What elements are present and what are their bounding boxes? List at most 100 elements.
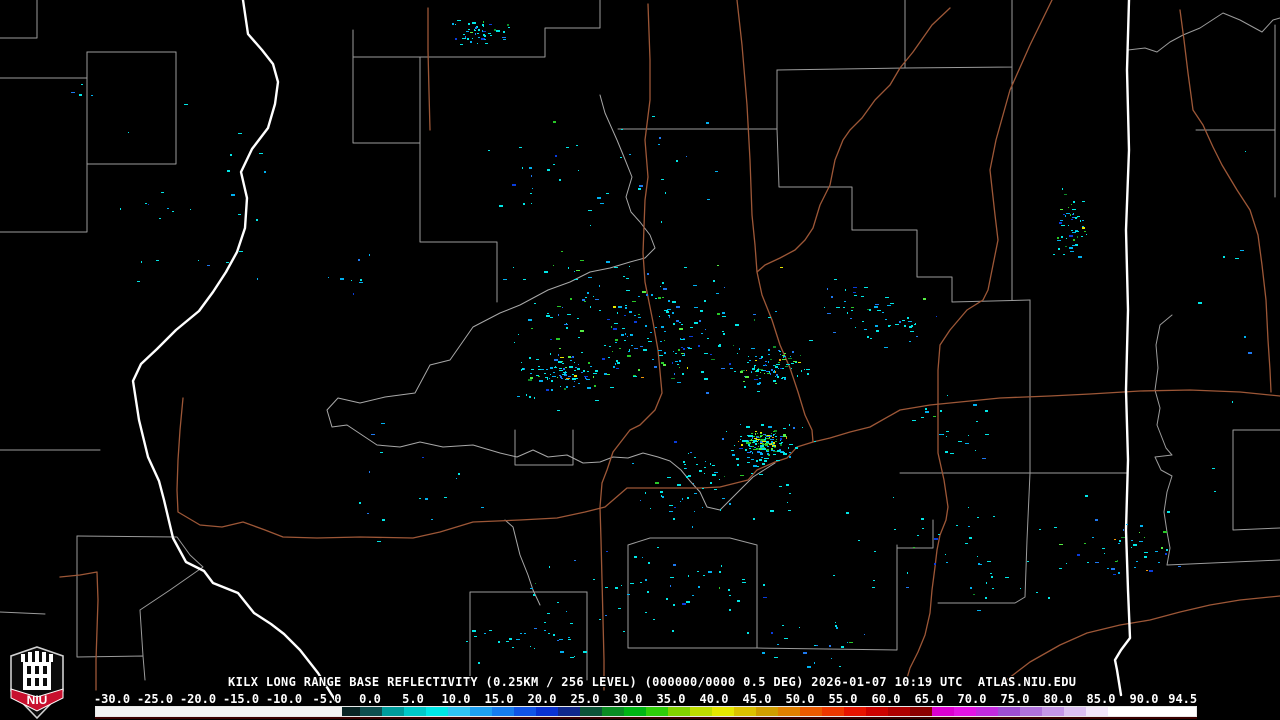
- radar-echo: [771, 369, 773, 371]
- radar-echo: [947, 395, 948, 396]
- radar-echo: [921, 518, 924, 520]
- radar-echo: [466, 641, 468, 642]
- radar-echo: [463, 34, 465, 35]
- radar-echo: [933, 416, 936, 417]
- radar-echo: [710, 463, 711, 465]
- radar-echo: [824, 307, 825, 308]
- radar-echo: [780, 444, 782, 446]
- radar-echo: [528, 319, 532, 321]
- radar-echo: [1072, 209, 1076, 210]
- colorbar-segment: [404, 707, 426, 716]
- radar-echo: [599, 310, 601, 311]
- colorbar-tick-label: 35.0: [656, 692, 686, 706]
- radar-echo: [719, 571, 721, 573]
- radar-echo: [753, 518, 755, 520]
- radar-echo: [882, 312, 884, 313]
- radar-echo: [425, 498, 428, 500]
- radar-echo: [503, 39, 506, 40]
- radar-echo: [978, 564, 982, 565]
- colorbar-segment: [866, 707, 888, 716]
- radar-echo: [748, 356, 749, 357]
- radar-echo: [910, 331, 914, 332]
- radar-echo: [946, 436, 947, 437]
- radar-echo: [658, 297, 661, 299]
- radar-echo: [782, 377, 786, 378]
- radar-echo: [751, 459, 754, 460]
- radar-echo: [756, 448, 758, 449]
- colorbar-segment: [844, 707, 866, 716]
- radar-echo: [652, 359, 654, 360]
- radar-echo: [747, 462, 750, 463]
- radar-echo: [913, 547, 915, 548]
- radar-echo: [779, 359, 781, 361]
- radar-echo: [585, 377, 586, 379]
- radar-echo: [802, 427, 803, 428]
- radar-echo: [722, 316, 726, 317]
- radar-echo: [226, 262, 229, 263]
- radar-echo: [1235, 258, 1239, 259]
- radar-echo: [650, 332, 652, 333]
- radar-echo: [683, 461, 685, 463]
- state-border-line: [1113, 0, 1132, 697]
- radar-echo: [875, 304, 879, 305]
- colorbar-segment: [624, 707, 646, 716]
- radar-echo: [1245, 151, 1246, 152]
- radar-echo: [1163, 531, 1167, 533]
- radar-echo: [846, 512, 849, 514]
- radar-echo: [660, 491, 663, 493]
- radar-echo: [625, 307, 627, 309]
- radar-echo: [503, 279, 507, 280]
- radar-echo: [675, 353, 677, 354]
- radar-echo: [531, 369, 534, 370]
- radar-echo: [465, 36, 466, 38]
- radar-echo: [1068, 207, 1069, 208]
- radar-echo: [1082, 220, 1084, 221]
- colorbar-segment: [492, 707, 514, 716]
- reflectivity-colorbar: [95, 706, 1197, 717]
- radar-echo: [353, 293, 354, 295]
- radar-echo: [757, 391, 760, 392]
- radar-echo: [562, 374, 565, 375]
- radar-echo: [874, 551, 876, 552]
- radar-echo: [642, 557, 643, 558]
- radar-echo: [726, 431, 727, 432]
- radar-echo: [934, 538, 938, 540]
- radar-echo: [664, 340, 665, 341]
- county-line: [1127, 12, 1280, 53]
- radar-echo: [521, 362, 522, 363]
- radar-echo: [481, 507, 484, 508]
- radar-echo: [520, 633, 522, 634]
- radar-echo: [751, 439, 752, 440]
- colorbar-tick-label: 85.0: [1086, 692, 1116, 706]
- radar-echo: [671, 378, 675, 379]
- radar-echo: [973, 404, 977, 406]
- radar-echo: [482, 30, 483, 32]
- radar-echo: [574, 656, 575, 657]
- radar-echo: [787, 502, 788, 503]
- radar-echo: [1053, 254, 1055, 255]
- radar-echo: [713, 280, 715, 282]
- radar-echo: [573, 386, 575, 387]
- radar-echo: [128, 132, 129, 133]
- radar-echo: [460, 44, 463, 45]
- radar-echo: [864, 287, 868, 288]
- radar-echo: [757, 369, 759, 370]
- radar-echo: [761, 424, 764, 426]
- radar-echo: [1058, 248, 1060, 250]
- radar-echo: [534, 628, 537, 629]
- radar-echo: [687, 347, 690, 348]
- radar-echo: [764, 460, 767, 462]
- radar-echo: [568, 267, 569, 269]
- radar-echo: [708, 571, 712, 573]
- radar-echo: [728, 589, 730, 591]
- radar-echo: [946, 562, 948, 563]
- radar-echo: [538, 376, 540, 377]
- radar-echo: [499, 205, 503, 207]
- radar-echo: [985, 434, 989, 435]
- radar-echo: [526, 394, 527, 396]
- radar-echo: [990, 573, 992, 574]
- radar-echo: [621, 334, 624, 336]
- radar-echo: [847, 642, 848, 643]
- colorbar-segment: [734, 707, 756, 716]
- radar-echo: [238, 214, 241, 215]
